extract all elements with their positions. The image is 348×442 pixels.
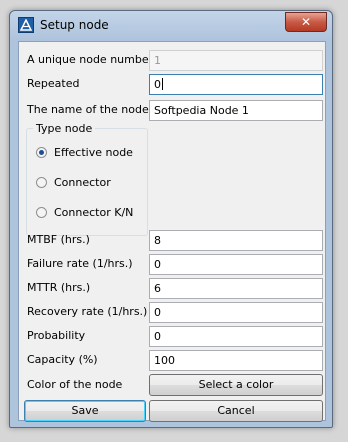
cancel-button[interactable]: Cancel: [149, 400, 323, 422]
capacity-label: Capacity (%): [27, 353, 98, 366]
failure-rate-label: Failure rate (1/hrs.): [27, 257, 133, 270]
node-number-label: A unique node number: [27, 53, 154, 66]
radio-checked-icon: [36, 147, 47, 158]
close-button[interactable]: ✕: [285, 12, 327, 32]
title-bar[interactable]: Setup node ✕: [10, 11, 332, 39]
node-name-label: The name of the node: [27, 103, 149, 116]
type-node-legend: Type node: [33, 122, 96, 135]
radio-unchecked-icon: [36, 207, 47, 218]
node-number-field: 1: [149, 50, 323, 71]
recovery-rate-label: Recovery rate (1/hrs.): [27, 305, 148, 318]
mttr-label: MTTR (hrs.): [27, 281, 91, 294]
probability-field[interactable]: 0: [149, 326, 323, 347]
setup-node-dialog: Setup node ✕ A unique node number 1 Repe…: [9, 10, 333, 428]
save-button[interactable]: Save: [24, 400, 146, 422]
repeated-field[interactable]: 0: [149, 74, 323, 95]
mtbf-field[interactable]: 8: [149, 230, 323, 251]
recovery-rate-field[interactable]: 0: [149, 302, 323, 323]
capacity-field[interactable]: 100: [149, 350, 323, 371]
color-label: Color of the node: [27, 378, 123, 391]
node-name-field[interactable]: Softpedia Node 1: [149, 100, 323, 121]
app-icon: [18, 17, 34, 33]
radio-effective-node-label: Effective node: [54, 146, 133, 159]
failure-rate-field[interactable]: 0: [149, 254, 323, 275]
radio-connector-label: Connector: [54, 176, 111, 189]
app-logo-icon: [20, 19, 32, 31]
dialog-body: A unique node number 1 Repeated 0 The na…: [18, 41, 326, 422]
select-color-button[interactable]: Select a color: [149, 374, 323, 396]
type-node-group: Type node Effective node Connector Conne…: [26, 122, 148, 236]
mtbf-label: MTBF (hrs.): [27, 233, 90, 246]
repeated-label: Repeated: [27, 77, 80, 90]
repeated-value: 0: [154, 78, 161, 91]
window-title: Setup node: [40, 18, 109, 32]
radio-connector-kn-label: Connector K/N: [54, 206, 134, 219]
radio-unchecked-icon: [36, 177, 47, 188]
probability-label: Probability: [27, 329, 86, 342]
text-caret: [162, 78, 163, 90]
mttr-field[interactable]: 6: [149, 278, 323, 299]
